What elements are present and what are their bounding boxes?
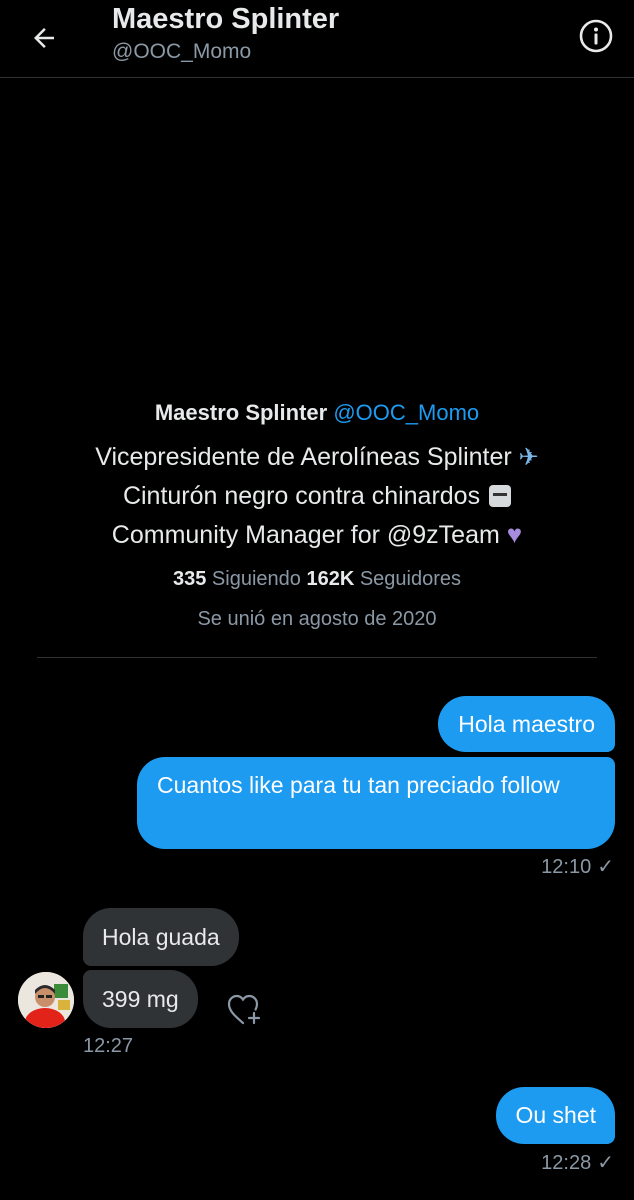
info-icon [579,19,613,53]
avatar-image [18,972,74,1028]
timestamp-text: 12:10 [541,856,592,878]
arrow-left-icon [34,28,54,48]
followers-count: 162K [306,568,355,590]
martial-arts-uniform-icon [489,485,512,507]
bio-line-2: Cinturón negro contra chinardos [0,477,634,515]
message-timestamp: 12:27 [83,1035,134,1057]
add-reaction-button[interactable] [225,990,265,1030]
message-bubble-received[interactable]: 399 mg [83,970,198,1028]
heart-plus-icon [227,994,261,1025]
followers-stat[interactable]: 162K Seguidores [306,568,461,590]
followers-label: Seguidores [359,568,462,590]
message-bubble-sent[interactable]: Ou shet [496,1087,615,1144]
profile-name: Maestro Splinter [154,400,328,425]
message-bubble-sent[interactable]: Hola maestro [438,696,615,752]
back-button[interactable] [24,18,64,58]
profile-summary: Maestro Splinter @OOC_Momo Vicepresident… [0,396,634,634]
profile-stats: 335 Siguiendo 162K Seguidores [0,564,634,594]
conversation-header: Maestro Splinter @OOC_Momo [0,0,634,78]
following-label: Siguiendo [211,568,301,590]
timestamp-text: 12:28 [541,1152,592,1174]
profile-handle: @OOC_Momo [333,400,480,425]
sent-check-icon: ✓ [597,856,614,878]
bio-line-2-text: Cinturón negro contra chinardos [122,482,481,510]
sent-check-icon: ✓ [597,1152,614,1174]
purple-heart-icon: ♥ [506,519,523,549]
profile-divider [37,657,597,658]
bio-line-1-text: Vicepresidente de Aerolíneas Splinter [95,443,512,471]
bio-line-1: Vicepresidente de Aerolíneas Splinter ✈ [0,438,634,477]
bio-line-3: Community Manager for @9zTeam ♥ [0,515,634,554]
message-bubble-sent[interactable]: Cuantos like para tu tan preciado follow [137,757,615,849]
info-button[interactable] [576,16,616,56]
header-title-block[interactable]: Maestro Splinter @OOC_Momo [112,2,339,66]
bio-line-3-text[interactable]: Community Manager for @9zTeam [112,521,500,549]
following-stat[interactable]: 335 Siguiendo [173,568,301,590]
airplane-icon: ✈ [518,444,539,471]
joined-date: Se unió en agosto de 2020 [197,608,437,630]
following-count: 335 [172,568,207,590]
header-handle: @OOC_Momo [112,40,252,63]
header-title: Maestro Splinter [112,3,340,35]
avatar[interactable] [18,972,74,1028]
profile-bio: Vicepresidente de Aerolíneas Splinter ✈ … [0,438,634,554]
message-timestamp: 12:10 ✓ [541,855,614,879]
message-timestamp: 12:28 ✓ [541,1151,614,1175]
message-bubble-received[interactable]: Hola guada [83,908,239,966]
profile-name-row[interactable]: Maestro Splinter @OOC_Momo [0,396,634,430]
